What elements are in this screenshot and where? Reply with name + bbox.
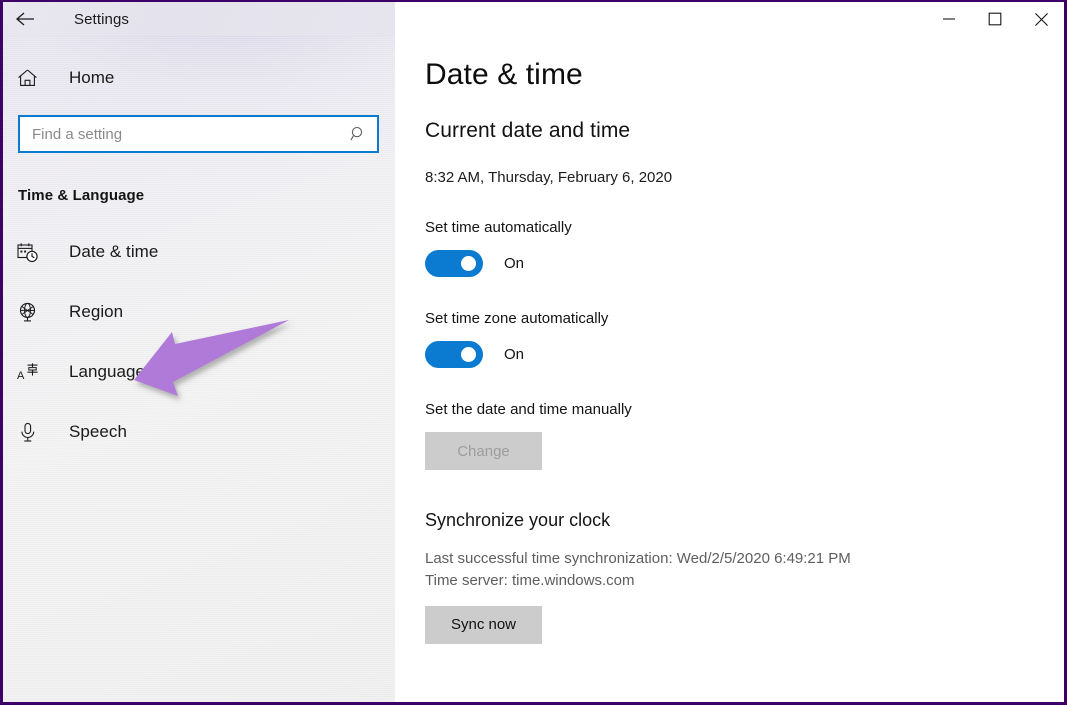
- set-manually-label: Set the date and time manually: [425, 401, 632, 418]
- sidebar-nav-list: Date & time Region A Language Speech: [3, 232, 395, 452]
- title-bar: Settings: [3, 2, 1064, 36]
- settings-window: Home Time & Language: [0, 0, 1067, 705]
- sidebar-category-heading: Time & Language: [18, 187, 145, 204]
- toggle-knob: [461, 347, 476, 362]
- home-icon: [17, 68, 49, 88]
- set-timezone-automatically-toggle[interactable]: [425, 341, 483, 368]
- sidebar-item-language[interactable]: A Language: [3, 352, 395, 392]
- page-title: Date & time: [425, 58, 583, 91]
- home-label: Home: [69, 68, 115, 87]
- search-input[interactable]: [20, 117, 377, 151]
- synchronize-clock-heading: Synchronize your clock: [425, 510, 611, 530]
- minimize-button[interactable]: [926, 3, 972, 35]
- microphone-icon: [17, 422, 47, 443]
- change-button-row: Change: [425, 432, 1064, 470]
- sidebar-item-region[interactable]: Region: [3, 292, 395, 332]
- svg-text:A: A: [17, 370, 25, 382]
- minimize-icon: [942, 13, 956, 25]
- set-time-automatically-row: On: [425, 250, 1064, 277]
- sidebar-item-label: Language: [69, 362, 146, 381]
- set-timezone-automatically-state: On: [504, 346, 525, 363]
- search-icon[interactable]: [350, 126, 367, 143]
- sync-now-button-row: Sync now: [425, 605, 1064, 644]
- sidebar: Home Time & Language: [3, 2, 395, 702]
- globe-icon: [17, 302, 47, 323]
- set-timezone-automatically-label: Set time zone automatically: [425, 310, 609, 327]
- sync-info: Last successful time synchronization: We…: [425, 548, 1064, 592]
- back-button[interactable]: [3, 2, 49, 36]
- sidebar-item-label: Speech: [69, 422, 127, 441]
- time-server-text: Time server: time.windows.com: [425, 571, 635, 589]
- change-button[interactable]: Change: [425, 432, 542, 470]
- set-timezone-automatically-row: On: [425, 341, 1064, 368]
- maximize-button[interactable]: [972, 3, 1018, 35]
- current-date-time-heading: Current date and time: [425, 119, 631, 142]
- language-icon: A: [17, 362, 47, 383]
- maximize-icon: [988, 12, 1002, 26]
- sidebar-item-label: Region: [69, 302, 124, 321]
- window-controls: [395, 2, 1064, 36]
- close-icon: [1034, 12, 1049, 27]
- close-button[interactable]: [1018, 3, 1064, 35]
- set-time-automatically-state: On: [504, 255, 525, 272]
- sidebar-item-home[interactable]: Home: [3, 58, 395, 98]
- back-arrow-icon: [15, 11, 37, 27]
- set-time-automatically-toggle[interactable]: [425, 250, 483, 277]
- toggle-knob: [461, 256, 476, 271]
- sync-now-button[interactable]: Sync now: [425, 605, 542, 644]
- window-title: Settings: [74, 10, 129, 28]
- set-time-automatically-label: Set time automatically: [425, 219, 572, 236]
- current-date-time-value: 8:32 AM, Thursday, February 6, 2020: [425, 169, 673, 186]
- main-content: Date & time Current date and time 8:32 A…: [395, 36, 1064, 702]
- title-bar-left: Settings: [3, 2, 395, 36]
- sidebar-item-date-time[interactable]: Date & time: [3, 232, 395, 272]
- sidebar-item-speech[interactable]: Speech: [3, 412, 395, 452]
- sidebar-item-label: Date & time: [69, 242, 159, 261]
- search-box[interactable]: [18, 115, 379, 153]
- last-sync-text: Last successful time synchronization: We…: [425, 550, 851, 567]
- calendar-clock-icon: [17, 242, 47, 263]
